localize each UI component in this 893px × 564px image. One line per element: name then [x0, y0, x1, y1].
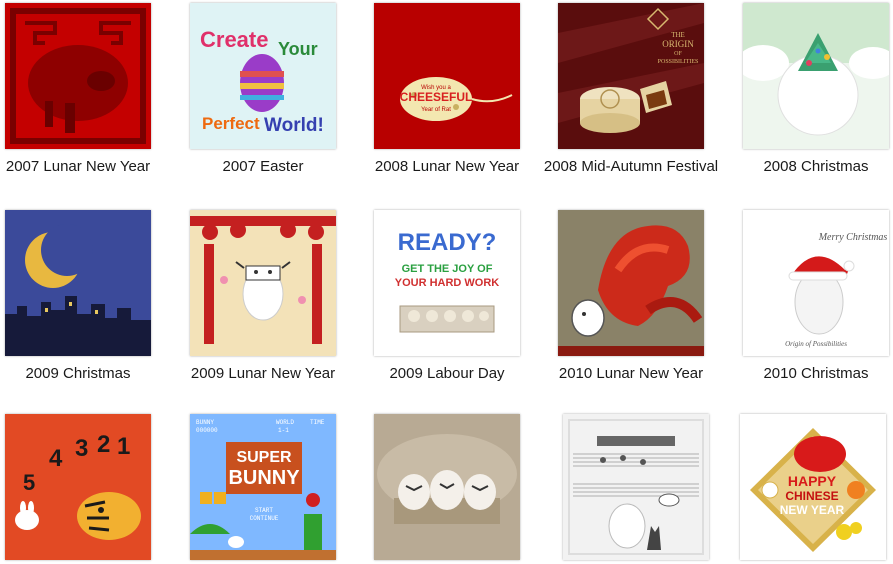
art-text: 3	[75, 435, 88, 462]
art-text: Your	[278, 39, 318, 59]
art-text: YOUR HARD WORK	[395, 277, 500, 289]
art-text: 1-1	[278, 427, 289, 434]
art-text: Year of Rat	[421, 107, 451, 113]
art-text: TIME	[310, 419, 325, 426]
easter-egg-icon: Create Your Perfect World!	[190, 3, 336, 149]
chinese-new-year-diamond-icon: HAPPY CHINESE NEW YEAR	[740, 414, 886, 560]
gallery-caption: 2009 Labour Day	[389, 365, 505, 382]
art-text: BUNNY	[228, 467, 300, 489]
gallery-caption: 2008 Mid-Autumn Festival	[543, 158, 719, 175]
mooncake-icon: THE ORIGIN OF POSSIBILITIES	[558, 3, 704, 149]
gallery-caption: 2007 Easter	[222, 158, 304, 175]
christmas-tree-egg-icon	[743, 3, 889, 149]
art-text: READY?	[398, 229, 497, 256]
art-text: 4	[49, 445, 63, 472]
art-text: Origin of Possibilities	[785, 340, 847, 348]
art-text: POSSIBILITIES	[658, 59, 699, 65]
thumbnail-2007-easter[interactable]: Create Your Perfect World!	[190, 3, 336, 149]
thumbnail-music-egg-cat[interactable]	[563, 414, 709, 560]
gallery-caption: 2010 Lunar New Year	[558, 365, 704, 382]
art-text: Perfect	[202, 114, 260, 133]
gallery-caption: 2009 Christmas	[25, 365, 131, 382]
gallery-caption: 2009 Lunar New Year	[190, 365, 336, 382]
art-text: START	[255, 507, 273, 514]
art-text: THE	[671, 31, 685, 39]
thumbnail-2008-mid-autumn-festival[interactable]: THE ORIGIN OF POSSIBILITIES	[558, 3, 704, 149]
tiger-egg-icon	[558, 210, 704, 356]
art-text: CHINESE	[785, 489, 838, 503]
ox-egg-lanterns-icon	[190, 210, 336, 356]
art-text: 000000	[196, 427, 218, 434]
art-text: OF	[674, 51, 682, 57]
thumbnail-2007-lunar-new-year[interactable]	[5, 3, 151, 149]
art-text: CONTINUE	[250, 515, 279, 522]
art-text: CHEESEFUL	[400, 90, 473, 104]
art-text: NEW YEAR	[780, 503, 845, 517]
art-text: GET THE JOY OF	[402, 263, 493, 275]
music-egg-cat-icon	[563, 414, 709, 560]
gallery-caption: 2008 Christmas	[763, 158, 869, 175]
thumbnail-2010-christmas[interactable]: Merry Christmas Origin of Possibilities	[743, 210, 889, 356]
art-text: BUNNY	[196, 419, 214, 426]
art-text: WORLD	[276, 419, 294, 426]
thumbnail-2010-lunar-new-year[interactable]	[558, 210, 704, 356]
pig-ornament-icon	[5, 3, 151, 149]
art-text: 2	[97, 431, 110, 458]
thumbnail-2008-lunar-new-year[interactable]: Wish you a CHEESEFUL Year of Rat	[374, 3, 520, 149]
thumbnail-2009-lunar-new-year[interactable]	[190, 210, 336, 356]
thumbnail-2008-christmas[interactable]	[743, 3, 889, 149]
thumbnail-tiger-countdown[interactable]: 5 4 3 2 1	[5, 414, 151, 560]
gallery-caption: 2008 Lunar New Year	[374, 158, 520, 175]
eggs-in-carton-icon	[374, 414, 520, 560]
santa-hat-egg-icon: Merry Christmas Origin of Possibilities	[743, 210, 889, 356]
art-text: Create	[200, 27, 268, 52]
thumbnail-chinese-new-year[interactable]: HAPPY CHINESE NEW YEAR	[740, 414, 886, 560]
art-text: HAPPY	[788, 473, 837, 489]
tiger-countdown-icon: 5 4 3 2 1	[5, 414, 151, 560]
crescent-moon-icon	[5, 210, 151, 356]
art-text: World!	[264, 115, 324, 136]
gallery-caption: 2007 Lunar New Year	[5, 158, 151, 175]
thumbnail-2009-christmas[interactable]	[5, 210, 151, 356]
gallery-caption: 2010 Christmas	[763, 365, 869, 382]
thumbnail-eggs-in-carton[interactable]	[374, 414, 520, 560]
art-text: Merry Christmas	[818, 232, 888, 243]
thumbnail-2009-labour-day[interactable]: READY? GET THE JOY OF YOUR HARD WORK	[374, 210, 520, 356]
cheese-mouse-icon: Wish you a CHEESEFUL Year of Rat	[374, 3, 520, 149]
art-text: SUPER	[236, 449, 292, 466]
thumbnail-super-bunny[interactable]: BUNNY 000000 WORLD 1-1 TIME SUPER BUNNY …	[190, 414, 336, 560]
egg-carton-icon: READY? GET THE JOY OF YOUR HARD WORK	[374, 210, 520, 356]
art-text: 5	[23, 470, 35, 495]
super-bunny-icon: BUNNY 000000 WORLD 1-1 TIME SUPER BUNNY …	[190, 414, 336, 560]
art-text: 1	[117, 433, 130, 460]
art-text: ORIGIN	[662, 39, 694, 49]
